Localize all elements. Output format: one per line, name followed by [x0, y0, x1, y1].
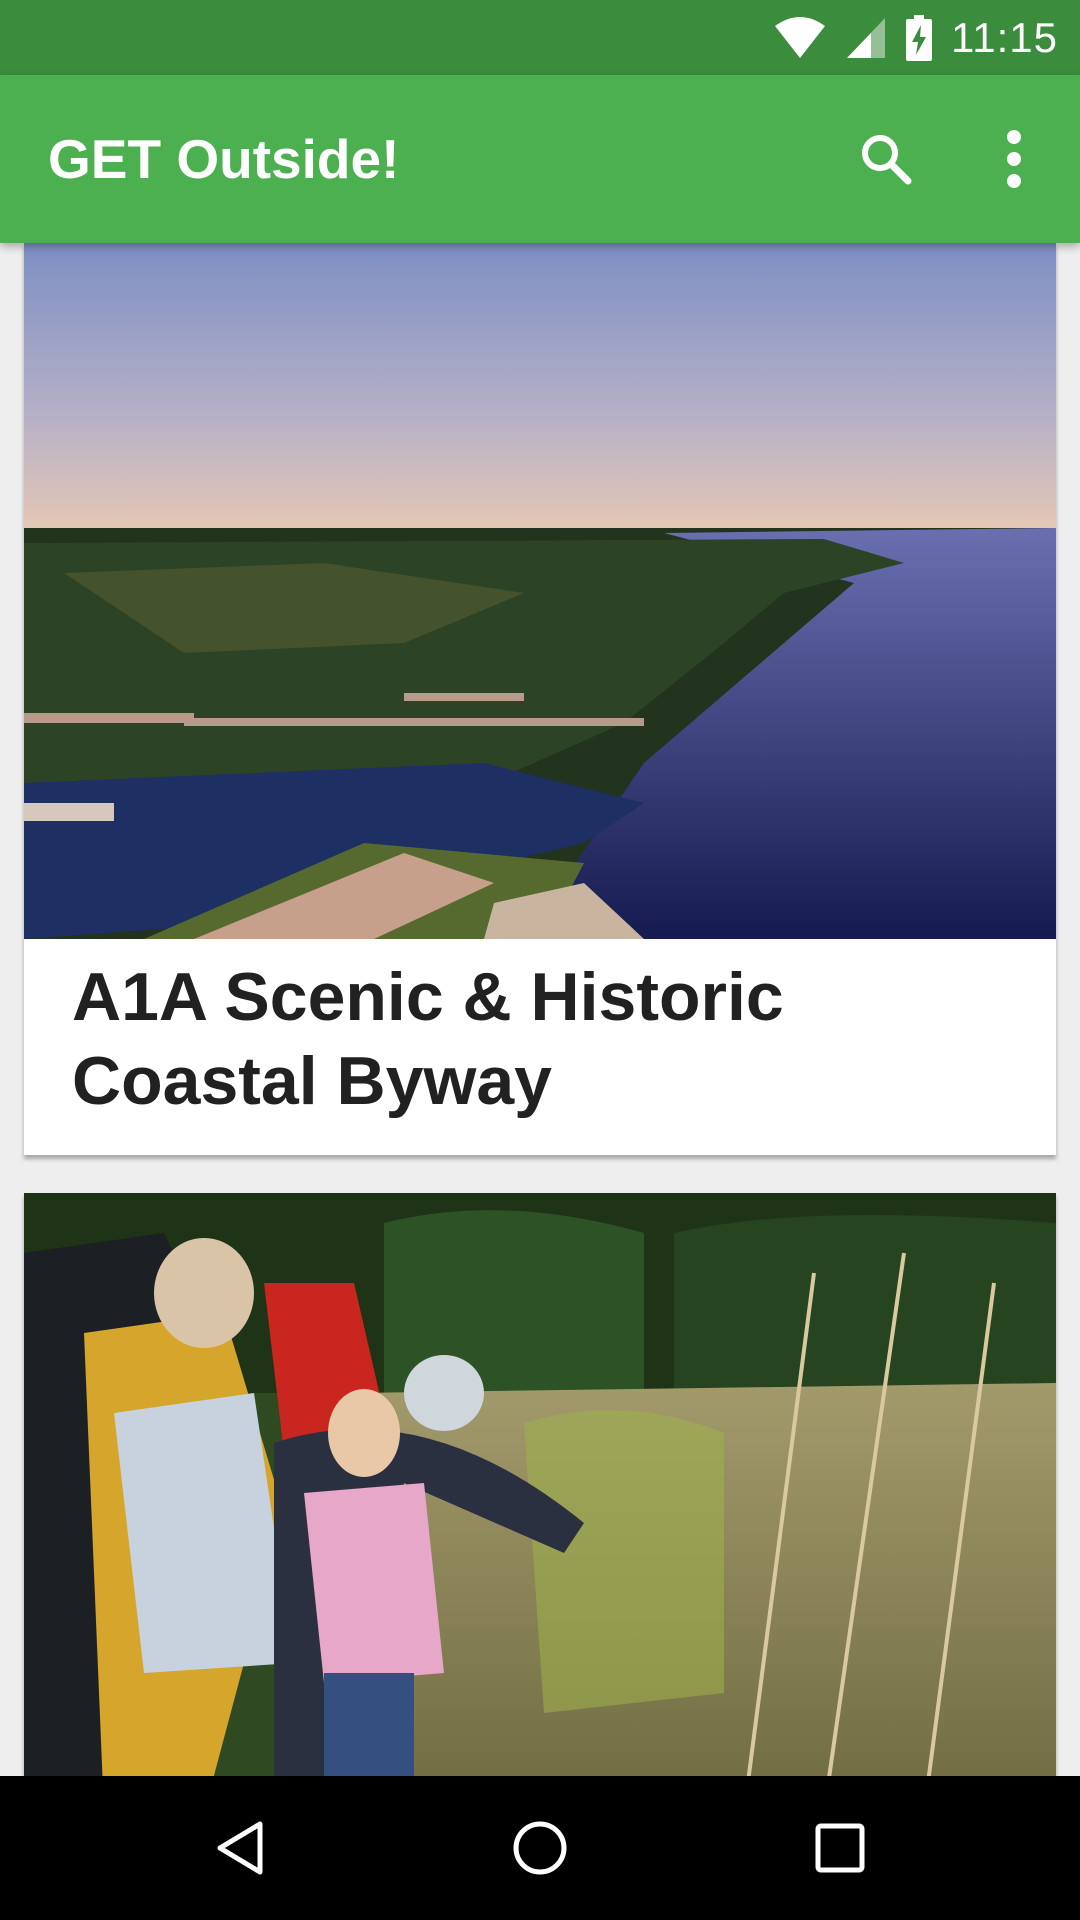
status-time: 11:15 [951, 13, 1058, 61]
status-bar: 11:15 [0, 0, 1080, 75]
search-icon [862, 135, 912, 185]
card-nature-walk[interactable] [24, 1193, 1056, 1776]
navigation-bar [0, 1776, 1080, 1920]
recents-button[interactable] [790, 1798, 890, 1898]
home-icon [513, 1821, 567, 1875]
back-button[interactable] [190, 1798, 290, 1898]
card-image-coastal-byway [24, 243, 1056, 939]
app-title: GET Outside! [48, 128, 400, 190]
card-a1a-byway[interactable]: A1A Scenic & Historic Coastal Byway [24, 243, 1056, 1155]
card-image-nature-walk [24, 1193, 1056, 1776]
more-vert-icon [1007, 130, 1021, 188]
status-icons: 11:15 [773, 0, 1058, 75]
app-bar: GET Outside! [0, 75, 1080, 243]
home-button[interactable] [490, 1798, 590, 1898]
wifi-icon [775, 16, 825, 58]
battery-charging-icon [906, 14, 932, 61]
search-button[interactable] [846, 119, 926, 199]
cell-signal-icon [847, 17, 885, 58]
recents-icon [815, 1823, 865, 1873]
content-list[interactable]: A1A Scenic & Historic Coastal Byway [0, 243, 1080, 1776]
card-title: A1A Scenic & Historic Coastal Byway [72, 959, 784, 1119]
overflow-menu-button[interactable] [974, 119, 1054, 199]
back-icon [217, 1821, 263, 1875]
